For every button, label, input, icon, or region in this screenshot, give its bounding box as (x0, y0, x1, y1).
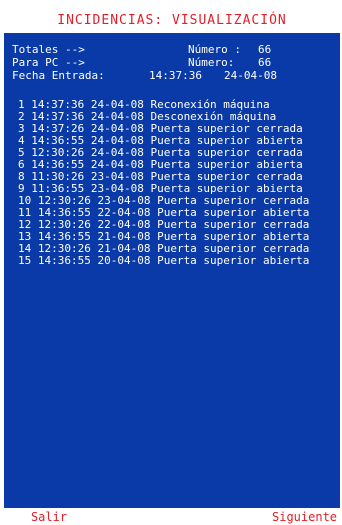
incidents-screen: INCIDENCIAS: VISUALIZACIÓN Totales --> N… (4, 6, 340, 508)
event-row: 15 14:36:55 20-04-08 Puerta superior abi… (18, 254, 310, 267)
pc-label: Para PC --> (12, 56, 85, 69)
pc-number-value: 66 (258, 56, 272, 69)
totales-number-value: 66 (258, 43, 272, 56)
totales-number-label: Número : (188, 43, 241, 56)
totales-label: Totales --> (12, 43, 85, 56)
page-title: INCIDENCIAS: VISUALIZACIÓN (4, 6, 340, 33)
fecha-date: 24-04-08 (224, 69, 277, 82)
fecha-row: Fecha Entrada: 14:37:36 24-04-08 (12, 70, 332, 83)
fecha-time: 14:37:36 (149, 69, 202, 82)
event-list: 1 14:37:36 24-04-08 Reconexión máquina 2… (18, 99, 340, 267)
summary-panel: Totales --> Número : 66 Para PC --> Núme… (12, 44, 332, 83)
exit-button[interactable]: Salir (20, 509, 78, 524)
next-button[interactable]: Siguiente (268, 509, 342, 524)
fecha-label: Fecha Entrada: (12, 69, 105, 82)
pc-number-label: Número: (188, 56, 235, 69)
